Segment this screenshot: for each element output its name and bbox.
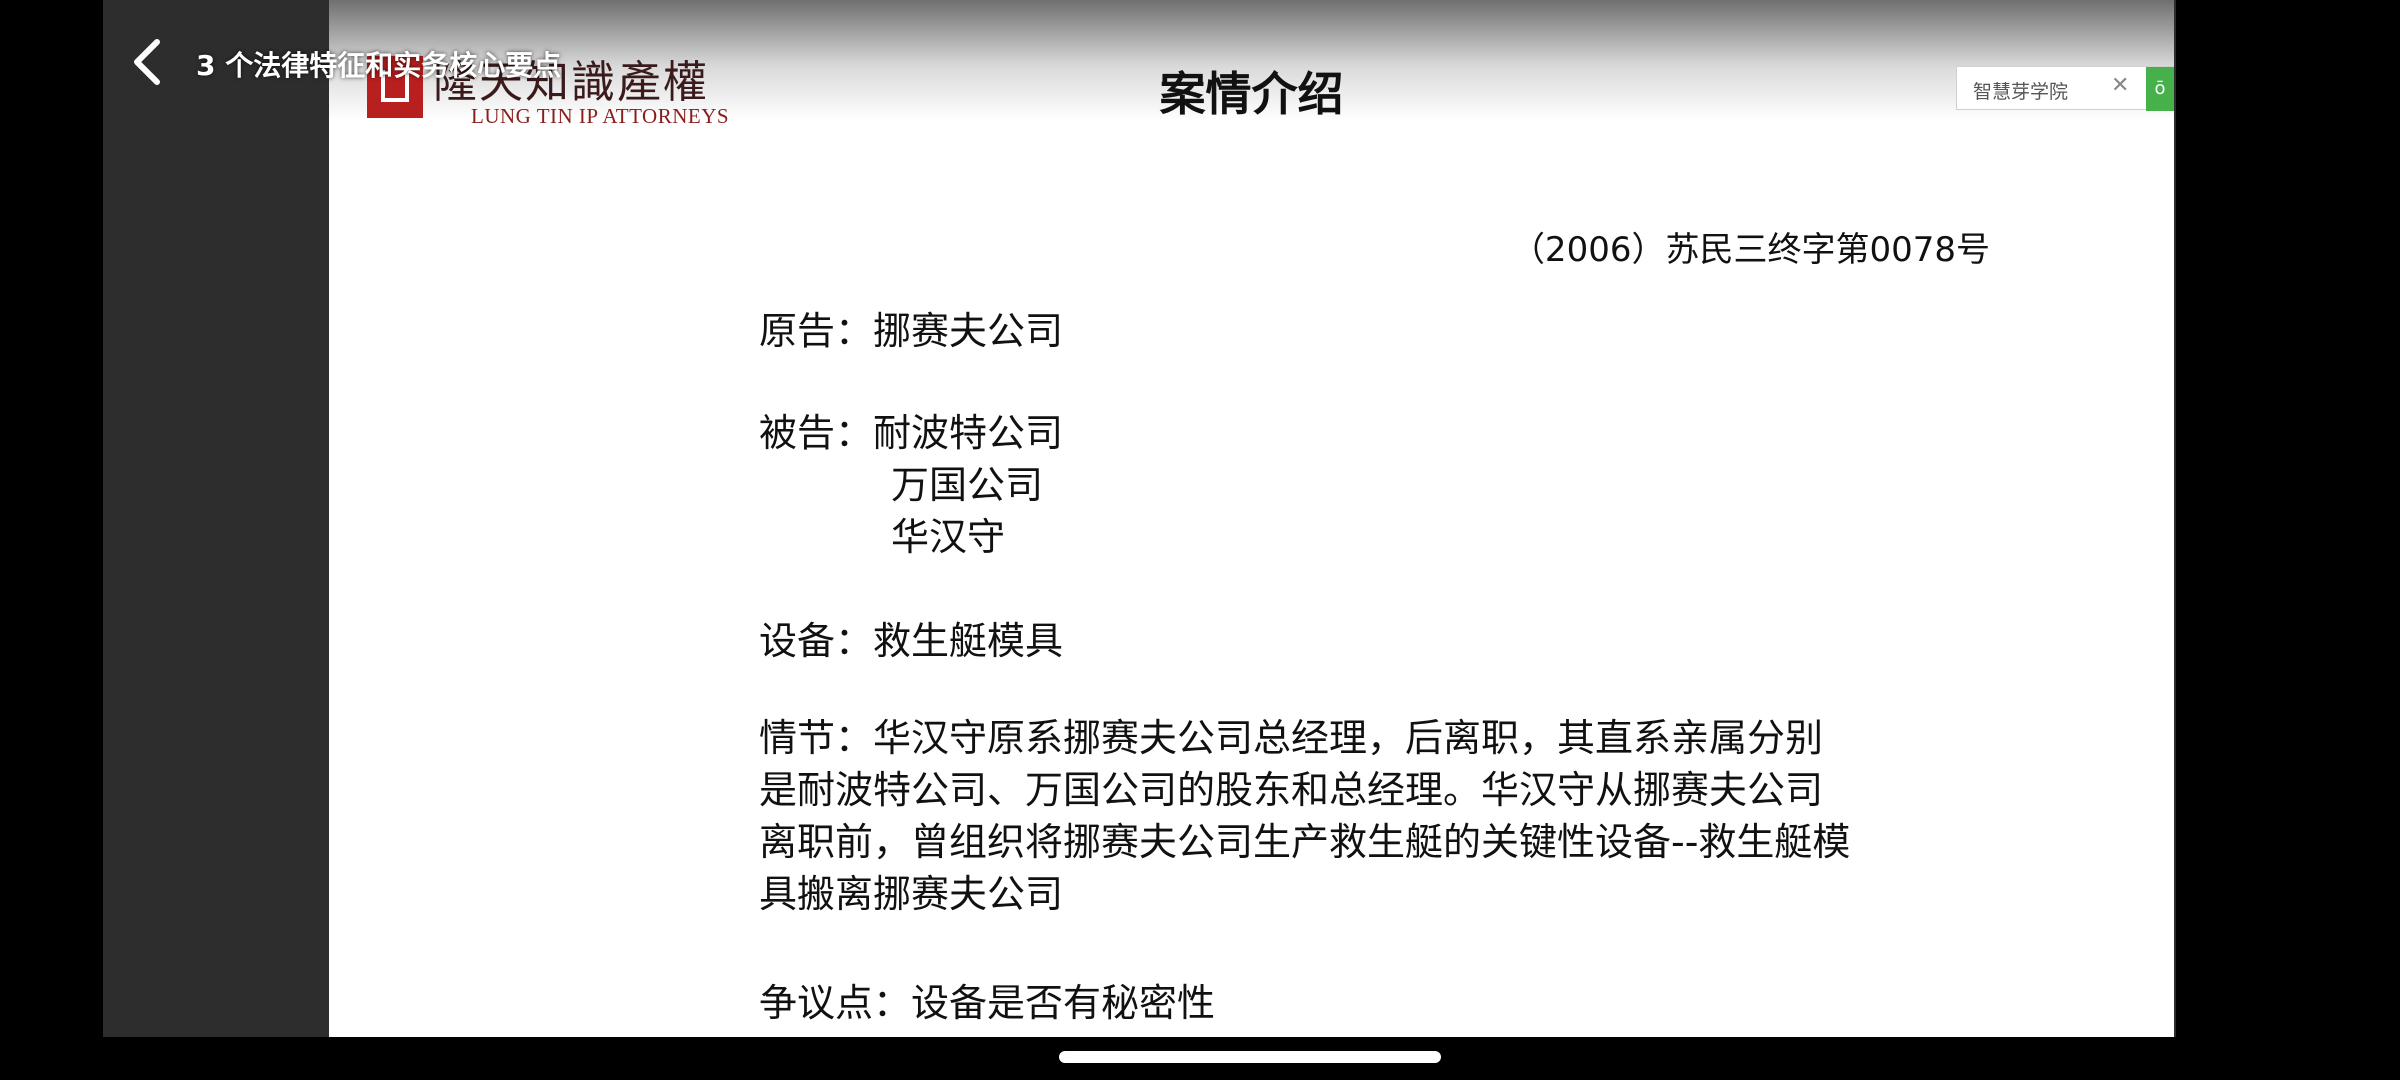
close-icon[interactable]: ✕	[2111, 73, 2129, 98]
defendant-line: 万国公司	[891, 463, 1044, 507]
presentation-slide: 隆天知識產權 LUNG TIN IP ATTORNEYS 案情介绍 智慧芽学院 …	[329, 0, 2174, 1037]
case-number: （2006）苏民三终字第0078号	[1510, 230, 1990, 270]
equipment-line: 设备：救生艇模具	[759, 619, 1064, 663]
home-indicator[interactable]	[1059, 1051, 1441, 1063]
video-title: 3 个法律特征和实务核心要点	[196, 49, 562, 82]
slide-title: 案情介绍	[1159, 67, 1344, 121]
facts-paragraph: 情节：华汉守原系挪赛夫公司总经理，后离职，其直系亲属分别 是耐波特公司、万国公司…	[759, 712, 2089, 920]
back-button[interactable]	[125, 36, 173, 88]
plaintiff-line: 原告：挪赛夫公司	[759, 309, 1064, 353]
facts-line: 情节：华汉守原系挪赛夫公司总经理，后离职，其直系亲属分别	[759, 716, 1824, 760]
search-widget-button[interactable]: ō	[2146, 67, 2174, 111]
facts-line: 离职前，曾组织将挪赛夫公司生产救生艇的关键性设备--救生艇模	[759, 820, 1851, 864]
defendant-line: 被告：耐波特公司	[759, 411, 1064, 455]
facts-line: 具搬离挪赛夫公司	[759, 872, 1064, 916]
facts-line: 是耐波特公司、万国公司的股东和总经理。华汉守从挪赛夫公司	[759, 768, 1824, 812]
defendant-line: 华汉守	[891, 515, 1006, 559]
video-player-screen[interactable]: 隆天知識產權 LUNG TIN IP ATTORNEYS 案情介绍 智慧芽学院 …	[0, 0, 2400, 1080]
search-widget-label: 智慧芽学院	[1973, 81, 2069, 103]
chevron-left-icon	[125, 36, 173, 88]
search-widget[interactable]: 智慧芽学院 ✕ ō	[1956, 66, 2174, 111]
dispute-line: 争议点：设备是否有秘密性	[759, 981, 1216, 1025]
